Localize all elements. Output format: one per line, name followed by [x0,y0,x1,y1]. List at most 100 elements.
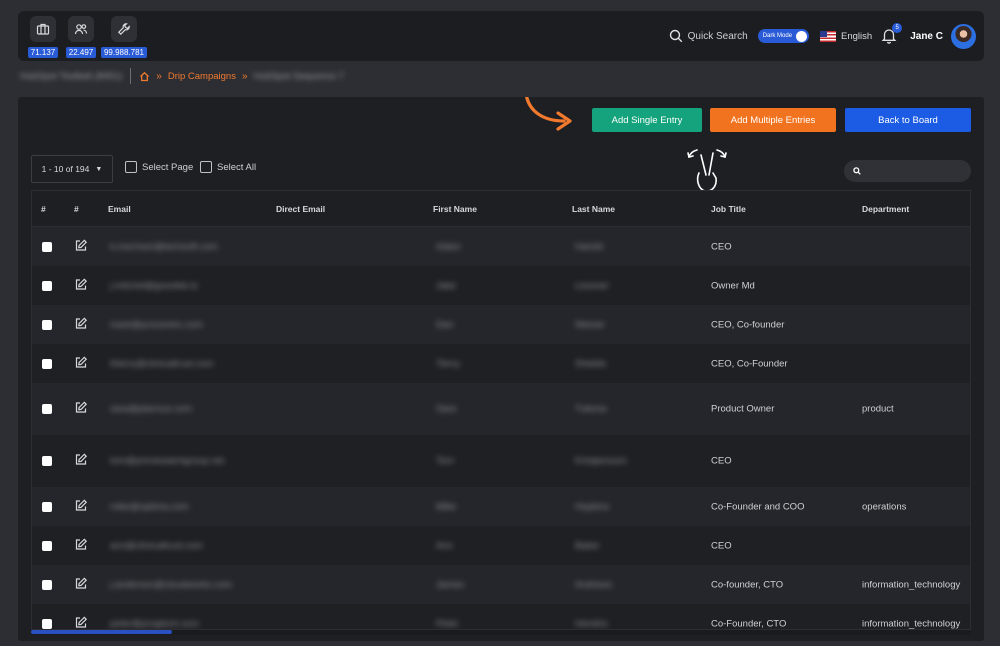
select-page-label: Select Page [142,161,194,173]
breadcrumb-chevron: » [156,70,162,82]
stat-wrench[interactable]: 99.988.781 [94,16,154,60]
row-checkbox[interactable] [42,618,52,629]
first-name-cell: Tierry [436,358,460,369]
email-cell: j.mitchel@gravitek.io [110,280,198,291]
row-checkbox[interactable] [42,404,52,414]
table-row[interactable]: j.mitchel@gravitek.io Jake Lessner Owner Md [32,266,970,305]
checkbox[interactable] [200,161,212,173]
job-title-cell: Owner Md [711,280,755,291]
edit-icon[interactable] [74,615,88,629]
first-name-cell: Tom [436,455,454,467]
notification-badge: 5 [892,23,903,33]
email-cell: thierry@clinicaltrust.com [110,358,214,369]
header-last-name[interactable]: Last Name [572,204,615,214]
wrench-icon [111,16,137,42]
header-edit: # [74,204,79,214]
table-search[interactable] [844,160,971,182]
pagination-label: 1 - 10 of 194 [41,164,90,174]
language-selector[interactable]: English [820,30,873,42]
user-name[interactable]: Jane C [910,31,943,42]
row-checkbox[interactable] [42,579,52,590]
home-icon[interactable] [139,71,150,82]
email-cell: j.anderson@cloudworks.com [110,579,233,590]
top-bar: 71.137 22.497 99.988.781 Quick Search Da… [18,11,984,61]
breadcrumb-last: HubSpot Sequence 7 [253,70,344,82]
select-all-checkbox[interactable]: Select All [200,161,256,173]
table-row[interactable]: k.morrison@techsoft.com Adam Harold CEO [32,227,970,266]
first-name-cell: Jake [436,280,457,291]
breadcrumb-current[interactable]: Drip Campaigns [168,71,236,82]
row-checkbox[interactable] [42,280,52,291]
add-single-entry-button[interactable]: Add Single Entry [592,108,702,132]
job-title-cell: CEO, Co-founder [711,319,785,330]
last-name-cell: Harold [575,241,603,252]
table-row[interactable]: mark@procentric.com Dan Weiner CEO, Co-foun… [32,305,970,344]
email-cell: mike@optima.com [110,501,189,512]
add-multiple-entries-button[interactable]: Add Multiple Entries [710,108,836,132]
quick-search-button[interactable]: Quick Search [669,29,748,43]
table-row[interactable]: peter@progtech.com Peter Hendrix Co-Founder… [32,604,970,629]
breadcrumb-first[interactable]: HubSpot Toolbelt (8451) [20,71,122,82]
last-name-cell: Kristjansson [575,455,627,467]
row-checkbox[interactable] [42,501,52,512]
edit-icon[interactable] [74,355,88,372]
header-department[interactable]: Department [862,204,909,214]
header-email[interactable]: Email [108,204,131,214]
search-input[interactable] [866,166,966,176]
edit-icon[interactable] [74,238,88,255]
chevron-down-icon: ▼ [95,165,103,173]
email-cell: ann@clinicaltrust.com [110,540,204,551]
avatar[interactable] [951,23,976,49]
header-first-name[interactable]: First Name [433,204,477,214]
job-title-cell: Co-Founder and COO [711,501,805,512]
stat-value: 71.137 [27,47,59,58]
checkbox[interactable] [125,161,137,173]
edit-icon[interactable] [74,453,88,470]
email-cell: tom@primewatchgroup.net [110,455,225,467]
header-direct-email[interactable]: Direct Email [276,204,325,214]
language-label: English [841,30,873,42]
department-cell: information_technology [862,618,961,629]
us-flag-icon [820,30,837,42]
row-checkbox[interactable] [42,540,52,551]
dark-mode-toggle[interactable]: Dark Mode [757,29,810,43]
toggle-knob [796,30,808,42]
first-name-cell: James [436,579,464,590]
row-checkbox[interactable] [42,241,52,252]
first-name-cell: Mike [436,501,457,512]
first-name-cell: Ann [436,540,453,551]
curved-arrow-icon [525,97,572,131]
horizontal-scrollbar[interactable] [31,630,971,635]
pagination-select[interactable]: 1 - 10 of 194 ▼ [31,155,113,183]
table-row[interactable]: mike@optima.com Mike Hopkins Co-Founder and… [32,487,970,526]
last-name-cell: Weiner [575,319,605,330]
header-job-title[interactable]: Job Title [711,204,746,214]
table-row[interactable]: ann@clinicaltrust.com Ann Baker CEO [32,526,970,565]
table-row[interactable]: j.anderson@cloudworks.com James Andrews Co-… [32,565,970,604]
edit-icon[interactable] [74,498,88,515]
scrollbar-thumb[interactable] [31,630,172,634]
edit-icon[interactable] [74,401,88,418]
select-all-label: Select All [217,161,257,173]
row-checkbox[interactable] [42,319,52,330]
table-row[interactable]: tom@primewatchgroup.net Tom Kristjansson CE… [32,435,970,487]
notifications-button[interactable]: 5 [881,23,903,45]
search-icon [669,29,682,43]
row-checkbox[interactable] [42,358,52,369]
edit-icon[interactable] [74,316,88,333]
department-cell: operations [862,501,907,512]
job-title-cell: CEO [711,455,732,467]
edit-icon[interactable] [74,537,88,554]
table-row[interactable]: thierry@clinicaltrust.com Tierry Shields CE… [32,344,970,383]
select-page-checkbox[interactable]: Select Page [125,161,193,173]
back-to-board-button[interactable]: Back to Board [845,108,971,132]
main-panel: Add Single Entry Add Multiple Entries Ba… [18,97,984,641]
edit-icon[interactable] [74,277,88,294]
job-title-cell: Product Owner [711,403,775,415]
edit-icon[interactable] [74,576,88,593]
table-header: # # Email Direct Email First Name Last N… [32,191,970,227]
table-row[interactable]: sara@plannus.com Sara Tulema Product Owner p… [32,383,970,435]
table-body: k.morrison@techsoft.com Adam Harold CEO j.mi… [32,227,970,629]
row-checkbox[interactable] [42,456,52,466]
department-cell: product [862,403,894,415]
